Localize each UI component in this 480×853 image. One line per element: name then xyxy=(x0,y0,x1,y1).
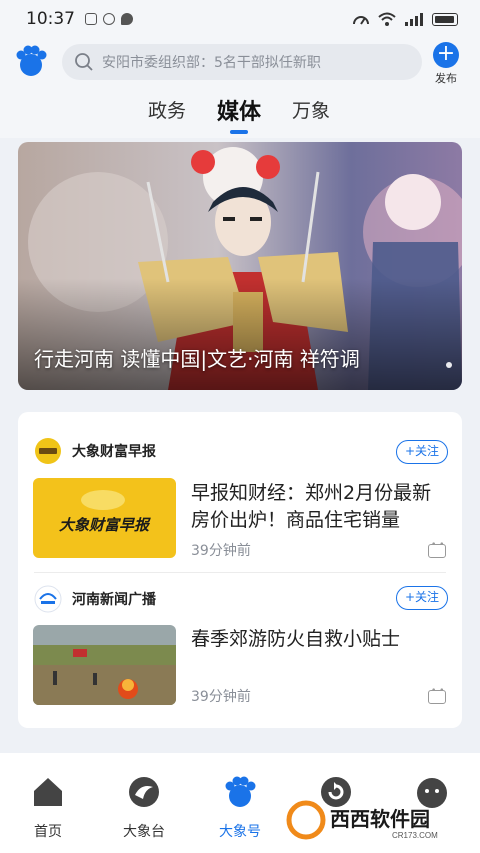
post-time: 39分钟前 xyxy=(191,543,251,559)
tab-wanxiang[interactable]: 万象 xyxy=(292,96,330,123)
circle-notification-icon xyxy=(103,13,115,25)
tab-zhengwu[interactable]: 政务 xyxy=(148,96,186,123)
status-bar: 10:37 xyxy=(0,0,480,38)
source-row[interactable]: 大象财富早报 xyxy=(34,436,156,466)
battery-icon xyxy=(432,12,458,26)
source-name: 河南新闻广播 xyxy=(72,592,156,608)
feed-card: 大象财富早报 +关注 大象财富早报 早报知财经：郑州2月份最新房价出炉！商品住宅… xyxy=(18,412,462,728)
thumbnail-image xyxy=(33,625,176,705)
top-header: 安阳市委组织部：5名干部拟任新职 + 发布 xyxy=(0,38,480,88)
plus-icon: + xyxy=(433,42,459,68)
nav-label: 大象号 xyxy=(219,824,261,840)
thumbnail-title-text: 大象财富早报 xyxy=(59,516,151,534)
follow-button[interactable]: +关注 xyxy=(396,586,448,610)
category-tabs: 政务 媒体 万象 xyxy=(0,88,480,138)
nav-label: 大象台 xyxy=(123,824,165,840)
banner-caption: 行走河南 读懂中国|文艺·河南 祥符调 xyxy=(34,347,360,371)
source-logo-icon xyxy=(35,438,61,464)
elephant-paw-logo-icon[interactable] xyxy=(14,44,48,78)
thumbnail-image: 大象财富早报 xyxy=(33,478,176,558)
nav-label: 首页 xyxy=(34,824,62,840)
more-options-icon[interactable] xyxy=(428,686,446,704)
message-icon xyxy=(121,13,133,25)
post-title[interactable]: 春季郊游防火自救小贴士 xyxy=(191,626,449,653)
paw-icon xyxy=(225,776,256,807)
post-thumbnail[interactable] xyxy=(33,625,176,705)
nav-home[interactable]: 首页 xyxy=(8,775,88,841)
banner-carousel[interactable]: 行走河南 读懂中国|文艺·河南 祥符调 xyxy=(18,142,462,390)
signal-icon xyxy=(405,13,423,26)
tab-meiti[interactable]: 媒体 xyxy=(217,94,261,126)
watermark-text: 西西软件园 xyxy=(330,807,430,831)
post-thumbnail[interactable]: 大象财富早报 xyxy=(33,478,176,558)
status-time: 10:37 xyxy=(26,9,75,29)
search-placeholder: 安阳市委组织部：5名干部拟任新职 xyxy=(102,55,321,71)
source-name: 大象财富早报 xyxy=(72,444,156,460)
home-icon xyxy=(34,778,62,806)
post-title[interactable]: 早报知财经：郑州2月份最新房价出炉！商品住宅销量 xyxy=(191,480,449,534)
source-row[interactable]: 河南新闻广播 xyxy=(34,584,156,614)
wifi-icon xyxy=(378,12,396,26)
watermark-logo: 西西软件园 CR173.COM xyxy=(286,800,438,840)
nav-daxiangtai[interactable]: 大象台 xyxy=(104,775,184,841)
active-tab-indicator xyxy=(230,130,248,134)
swirl-icon xyxy=(129,777,159,807)
nav-daxianghao[interactable]: 大象号 xyxy=(200,775,280,841)
notification-icon xyxy=(85,13,97,25)
source-logo-icon xyxy=(34,585,62,613)
watermark-subtext: CR173.COM xyxy=(392,831,438,840)
publish-label: 发布 xyxy=(435,72,457,85)
follow-button[interactable]: +关注 xyxy=(396,440,448,464)
post-time: 39分钟前 xyxy=(191,689,251,705)
publish-button[interactable]: + 发布 xyxy=(428,42,464,86)
search-icon xyxy=(75,53,93,71)
search-bar[interactable]: 安阳市委组织部：5名干部拟任新职 xyxy=(62,44,422,80)
more-options-icon[interactable] xyxy=(428,540,446,558)
divider xyxy=(34,572,446,573)
speed-icon xyxy=(353,16,369,25)
carousel-indicator-dot xyxy=(446,362,452,368)
